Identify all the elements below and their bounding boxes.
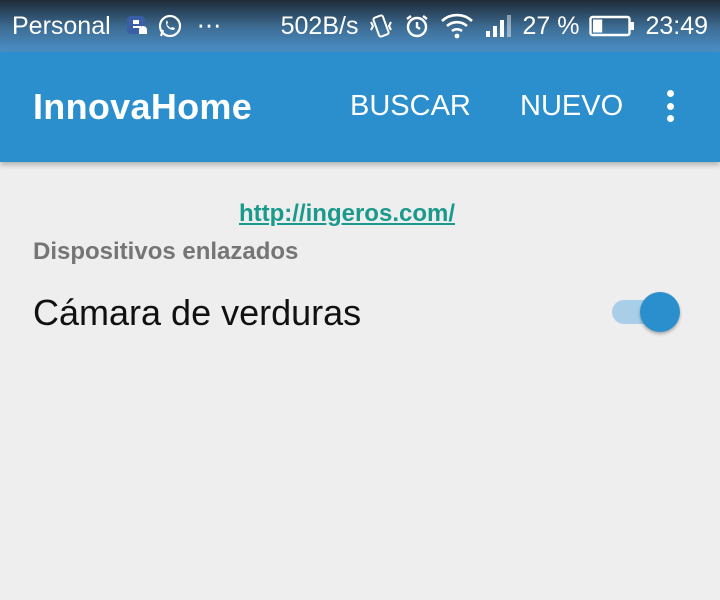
alarm-icon: [404, 11, 430, 41]
overflow-dot: [666, 115, 674, 122]
battery-percent: 27 %: [522, 11, 580, 40]
device-label: Cámara de verduras: [33, 292, 362, 333]
status-left: Personal ⋯: [12, 11, 222, 41]
whatsapp-icon: [157, 11, 183, 41]
signal-icon: [484, 11, 512, 41]
overflow-menu-icon[interactable]: [658, 88, 682, 124]
device-row[interactable]: Cámara de verduras: [0, 276, 720, 348]
battery-icon: [589, 11, 635, 41]
vibrate-icon: [368, 11, 394, 41]
wifi-icon: [440, 11, 474, 41]
new-button[interactable]: NUEVO: [520, 90, 630, 123]
app-bar: InnovaHome BUSCAR NUEVO: [0, 52, 720, 162]
clock: 23:49: [645, 11, 708, 40]
website-link[interactable]: http://ingeros.com/: [239, 200, 455, 228]
search-button[interactable]: BUSCAR: [350, 90, 474, 123]
overflow-dot: [666, 102, 674, 110]
more-notifications-icon: ⋯: [196, 12, 222, 40]
carrier-name: Personal: [12, 11, 111, 40]
app-title: InnovaHome: [33, 86, 253, 127]
status-bar: Personal ⋯ 502B/s 27 % 23:49: [0, 0, 720, 52]
device-toggle-switch[interactable]: [612, 290, 684, 334]
switch-thumb: [640, 292, 680, 332]
status-right: 502B/s 27 % 23:49: [281, 11, 708, 41]
network-speed: 502B/s: [280, 11, 359, 40]
section-header: Dispositivos enlazados: [33, 238, 299, 265]
overflow-dot: [666, 90, 674, 97]
notification-icon: [125, 11, 149, 41]
